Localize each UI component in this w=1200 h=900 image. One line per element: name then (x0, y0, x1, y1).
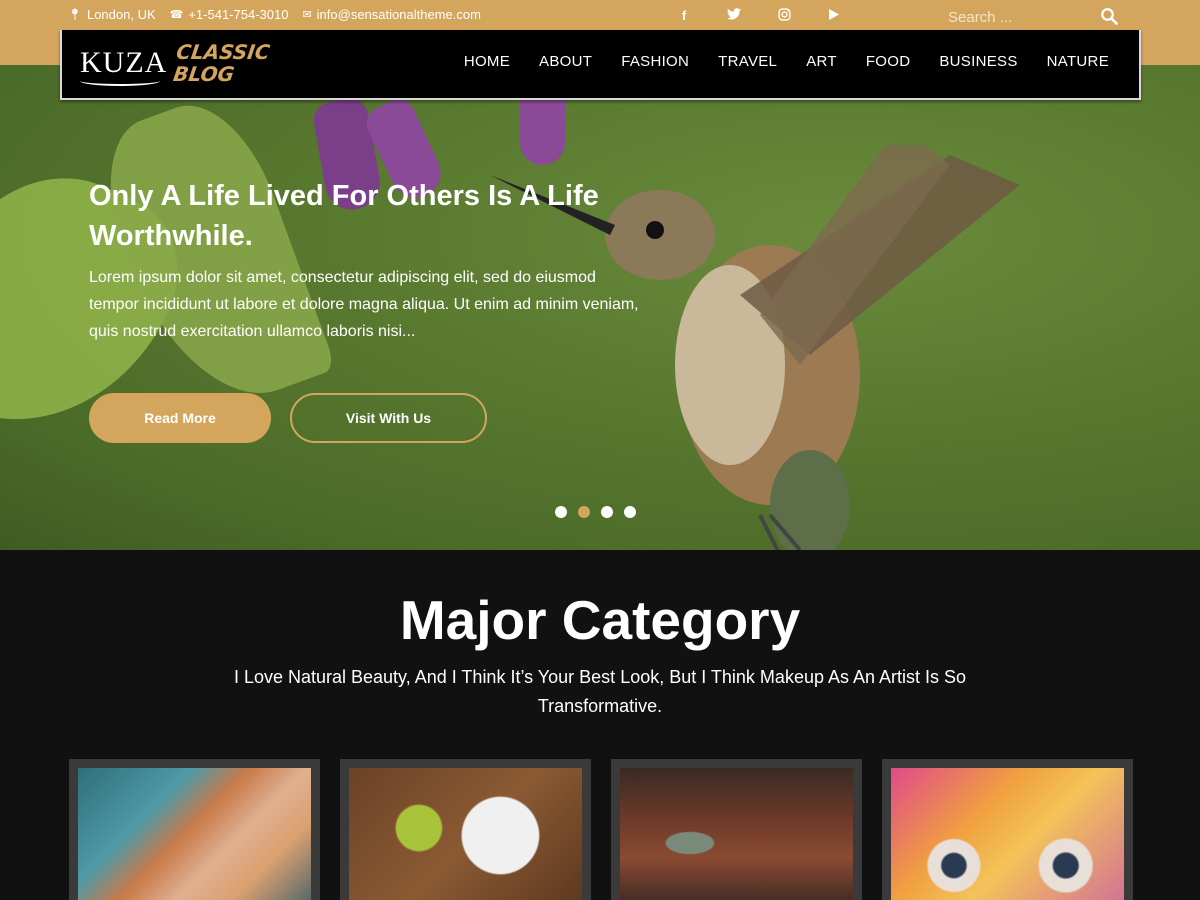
category-card[interactable] (69, 759, 320, 900)
site-logo[interactable]: KUZA CLASSIC BLOG (80, 38, 272, 88)
nav-item-nature[interactable]: NATURE (1047, 53, 1109, 70)
phone-icon: ☎ (169, 9, 184, 21)
category-card[interactable] (340, 759, 591, 900)
nav-item-home[interactable]: HOME (464, 53, 510, 70)
main-navbar: KUZA CLASSIC BLOG HOME ABOUT FASHION TRAV… (60, 30, 1141, 100)
twitter-icon[interactable] (726, 8, 742, 24)
facebook-icon[interactable]: f (676, 8, 692, 24)
email-text[interactable]: info@sensationaltheme.com (317, 7, 481, 22)
nav-item-food[interactable]: FOOD (866, 53, 911, 70)
phone-text[interactable]: +1-541-754-3010 (188, 7, 288, 22)
fashion-portrait-image[interactable] (78, 768, 311, 900)
slider-dot-3[interactable] (601, 506, 613, 518)
location-text: London, UK (86, 7, 156, 22)
category-cards (69, 759, 1133, 900)
nav-item-fashion[interactable]: FASHION (621, 53, 689, 70)
section-title: Major Category (399, 589, 801, 651)
read-more-button[interactable]: Read More (89, 393, 271, 443)
nav-item-art[interactable]: ART (806, 53, 837, 70)
social-links: f (676, 8, 842, 24)
slider-dot-2[interactable] (578, 506, 590, 518)
nav-item-about[interactable]: ABOUT (539, 53, 592, 70)
visit-with-us-button[interactable]: Visit With Us (290, 393, 487, 443)
email-item[interactable]: ✉ info@sensationaltheme.com (302, 7, 480, 22)
category-card[interactable] (611, 759, 862, 900)
food-table-image[interactable] (349, 768, 582, 900)
section-subtitle: I Love Natural Beauty, And I Think It’s … (233, 667, 967, 716)
phone-item[interactable]: ☎ +1-541-754-3010 (170, 7, 289, 22)
hero-text: Lorem ipsum dolor sit amet, consectetur … (89, 269, 639, 340)
logo-primary: KUZA (80, 46, 167, 86)
hero-title: Only A Life Lived For Others Is A Life W… (89, 180, 599, 252)
contact-info: 📍︎ London, UK ☎ +1-541-754-3010 ✉ info@s… (68, 7, 481, 22)
nav-item-business[interactable]: BUSINESS (939, 53, 1017, 70)
hero-slider: Only A Life Lived For Others Is A Life W… (0, 65, 1200, 550)
youtube-icon[interactable] (826, 8, 842, 24)
primary-menu: HOME ABOUT FASHION TRAVEL ART FOOD BUSIN… (464, 53, 1109, 70)
envelope-icon: ✉ (302, 9, 312, 21)
slider-dot-4[interactable] (624, 506, 636, 518)
instagram-icon[interactable] (776, 8, 792, 24)
nav-item-travel[interactable]: TRAVEL (718, 53, 777, 70)
search-input[interactable] (948, 6, 1098, 28)
logo-secondary: CLASSIC BLOG (172, 40, 272, 86)
location-item: 📍︎ London, UK (68, 7, 156, 22)
interior-lamps-image[interactable] (620, 768, 853, 900)
map-marker-icon: 📍︎ (68, 9, 82, 21)
category-card[interactable] (882, 759, 1133, 900)
makeup-eyes-image[interactable] (891, 768, 1124, 900)
slider-dots (555, 506, 636, 518)
search-icon[interactable] (1100, 7, 1118, 25)
search-box (948, 6, 1120, 28)
slider-dot-1[interactable] (555, 506, 567, 518)
